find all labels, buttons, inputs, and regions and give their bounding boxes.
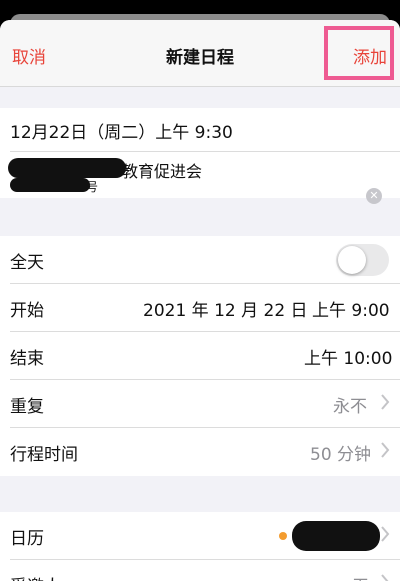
travel-time-label: 行程时间 xyxy=(10,445,78,465)
travel-time-value: 50 分钟 xyxy=(310,445,372,465)
clear-icon[interactable]: ✕ xyxy=(366,188,382,204)
calendar-group: 日历 受邀人 无 xyxy=(0,512,400,581)
event-title-text[interactable]: 12月22日（周二）上午 9:30 xyxy=(10,118,233,143)
calendar-row[interactable]: 日历 xyxy=(0,512,400,560)
start-label: 开始 xyxy=(10,301,44,321)
all-day-label: 全天 xyxy=(10,253,44,273)
calendar-label: 日历 xyxy=(10,529,44,549)
calendar-color-dot xyxy=(279,532,287,540)
status-area xyxy=(0,0,400,26)
event-title-row[interactable]: 12月22日（周二）上午 9:30 xyxy=(0,108,400,152)
chevron-right-icon xyxy=(381,574,389,581)
repeat-value: 永不 xyxy=(333,397,367,417)
invitees-value: 无 xyxy=(352,572,369,581)
redaction-mark xyxy=(8,158,126,178)
new-event-sheet: 取消 新建日程 添加 12月22日（周二）上午 9:30 教育促进会 号 ✕ 全… xyxy=(0,0,400,581)
navigation-bar: 取消 新建日程 添加 xyxy=(0,20,400,87)
travel-time-row[interactable]: 行程时间 50 分钟 xyxy=(0,428,400,476)
end-time[interactable]: 上午 10:00 xyxy=(304,344,392,369)
all-day-toggle[interactable] xyxy=(336,244,389,276)
start-time[interactable]: 上午 9:00 xyxy=(312,296,390,321)
chevron-right-icon xyxy=(381,526,390,542)
add-button[interactable]: 添加 xyxy=(353,43,387,68)
end-label: 结束 xyxy=(10,349,44,369)
event-details-group: 12月22日（周二）上午 9:30 教育促进会 号 xyxy=(0,108,400,198)
repeat-label: 重复 xyxy=(10,397,44,417)
event-location-row[interactable]: 教育促进会 号 xyxy=(0,152,400,198)
redaction-mark xyxy=(292,521,380,551)
end-row[interactable]: 结束 上午 10:00 xyxy=(0,332,400,380)
start-row[interactable]: 开始 2021 年 12 月 22 日 上午 9:00 xyxy=(0,284,400,332)
event-form: 取消 新建日程 添加 12月22日（周二）上午 9:30 教育促进会 号 ✕ 全… xyxy=(0,20,400,581)
event-name-text: 教育促进会 xyxy=(122,162,203,181)
repeat-row[interactable]: 重复 永不 xyxy=(0,380,400,428)
chevron-right-icon xyxy=(381,442,390,458)
time-settings-group: 全天 开始 2021 年 12 月 22 日 上午 9:00 结束 上午 10:… xyxy=(0,236,400,476)
chevron-right-icon xyxy=(381,394,390,410)
start-date[interactable]: 2021 年 12 月 22 日 xyxy=(143,296,308,321)
redaction-mark xyxy=(10,178,90,192)
invitees-label: 受邀人 xyxy=(10,572,61,581)
invitees-row[interactable]: 受邀人 无 xyxy=(0,560,400,581)
toggle-knob xyxy=(338,246,366,274)
